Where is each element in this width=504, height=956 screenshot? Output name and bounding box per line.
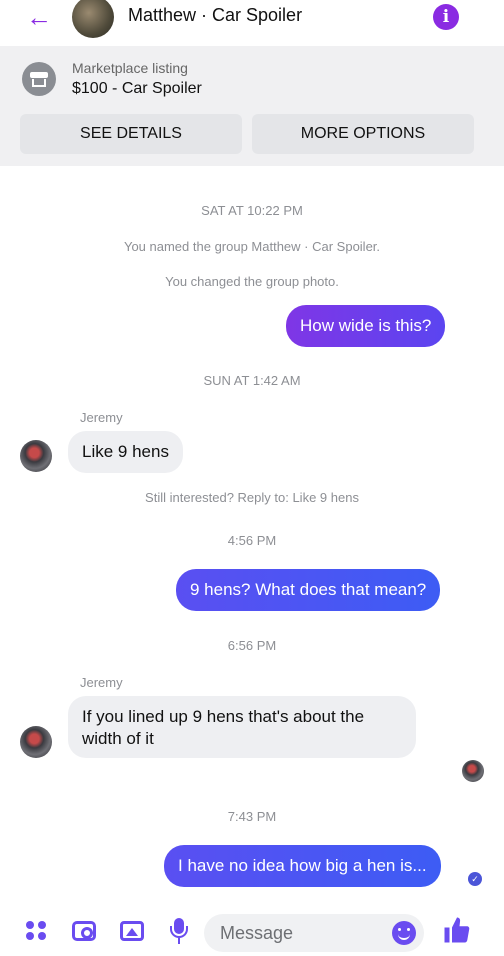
marketplace-listing-card: Marketplace listing $100 - Car Spoiler S… <box>0 46 504 166</box>
message-input[interactable]: Message <box>204 914 424 952</box>
reply-suggestion[interactable]: Still interested? Reply to: Like 9 hens <box>0 490 504 505</box>
sender-avatar[interactable] <box>20 726 52 758</box>
incoming-message[interactable]: If you lined up 9 hens that's about the … <box>68 696 416 758</box>
sender-name: Jeremy <box>80 675 123 690</box>
more-options-button[interactable]: MORE OPTIONS <box>252 114 474 154</box>
timestamp: 6:56 PM <box>227 638 277 653</box>
message-placeholder: Message <box>220 923 294 943</box>
seen-avatar <box>462 760 484 782</box>
emoji-icon[interactable] <box>392 921 416 945</box>
timestamp: SUN AT 1:42 AM <box>203 373 301 388</box>
thumbs-up-icon[interactable] <box>442 915 472 945</box>
arrow-left-icon[interactable]: ← <box>26 4 52 30</box>
system-message: You changed the group photo. <box>165 274 339 289</box>
chat-title[interactable]: Matthew · Car Spoiler <box>128 5 302 26</box>
listing-label: Marketplace listing <box>72 60 188 76</box>
system-message: You named the group Matthew · Car Spoile… <box>123 239 381 254</box>
timestamp: SAT AT 10:22 PM <box>201 203 303 218</box>
see-details-button[interactable]: SEE DETAILS <box>20 114 242 154</box>
outgoing-message[interactable]: How wide is this? <box>286 305 446 347</box>
delivered-check-icon: ✓ <box>468 872 482 886</box>
gallery-icon[interactable] <box>120 921 144 941</box>
outgoing-message[interactable]: 9 hens? What does that mean? <box>176 569 441 611</box>
message-composer: Message <box>0 906 504 956</box>
microphone-icon[interactable] <box>166 918 192 944</box>
group-avatar[interactable] <box>72 0 114 38</box>
store-icon <box>22 62 56 96</box>
camera-icon[interactable] <box>72 921 96 941</box>
chat-header: ← Matthew · Car Spoiler i <box>0 0 504 40</box>
apps-icon[interactable] <box>26 918 52 944</box>
incoming-message[interactable]: Like 9 hens <box>68 431 183 473</box>
sender-avatar[interactable] <box>20 440 52 472</box>
listing-title: $100 - Car Spoiler <box>72 80 202 97</box>
timestamp: 7:43 PM <box>227 809 277 824</box>
timestamp: 4:56 PM <box>227 533 277 548</box>
outgoing-message[interactable]: I have no idea how big a hen is... <box>164 845 441 887</box>
info-icon[interactable]: i <box>433 4 459 30</box>
sender-name: Jeremy <box>80 410 123 425</box>
